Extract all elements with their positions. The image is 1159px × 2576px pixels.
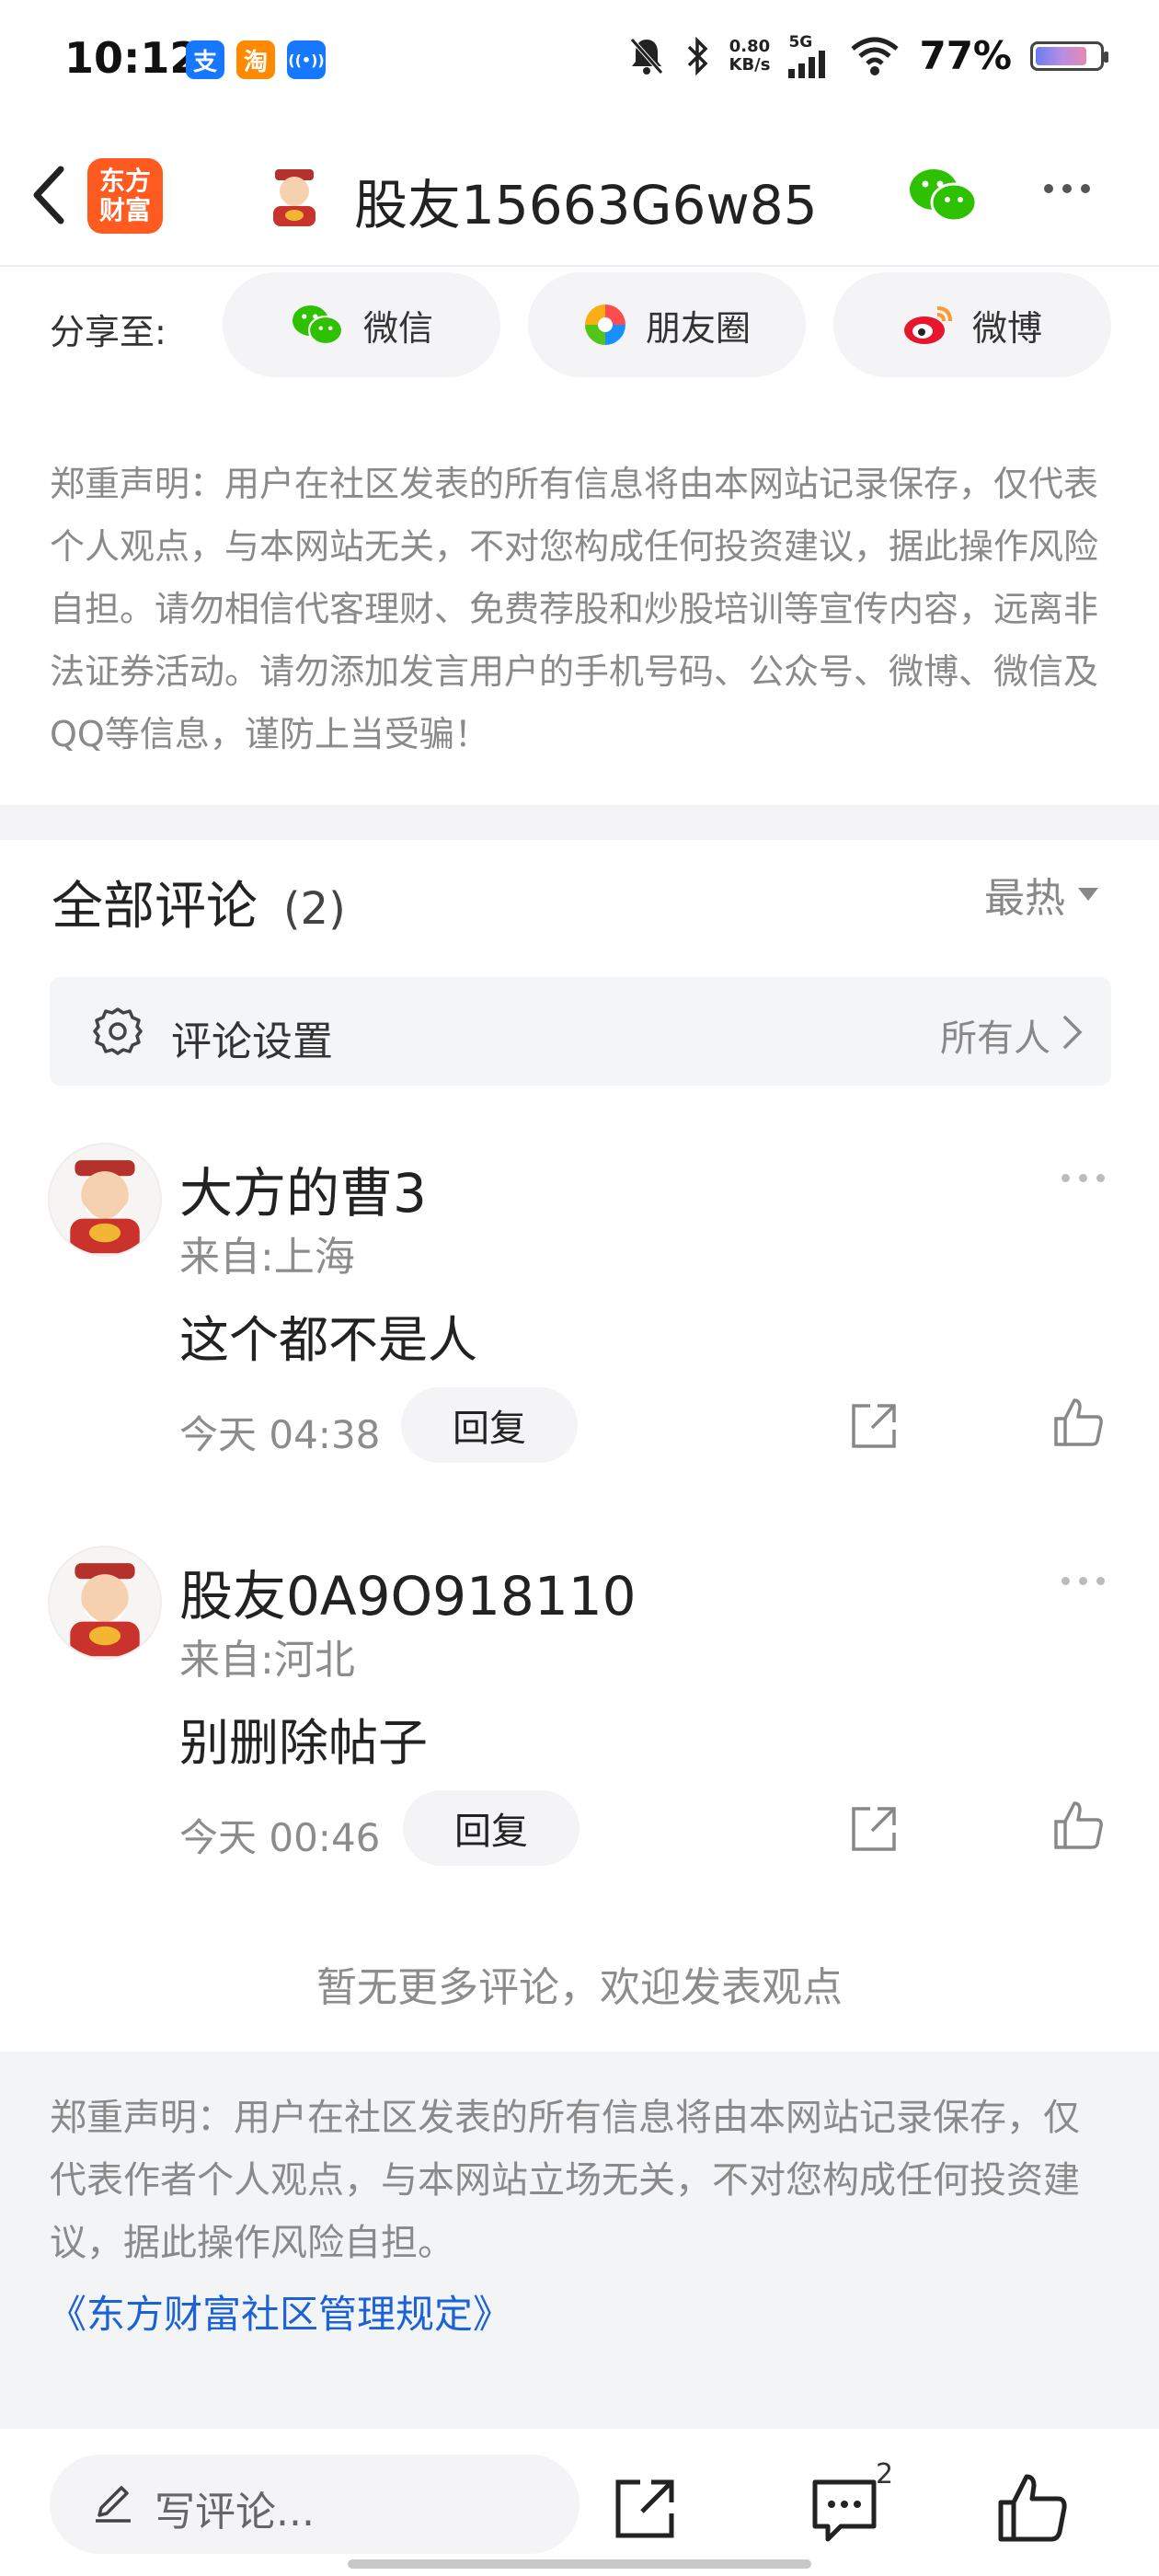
comment-count-badge: 2 — [876, 2458, 894, 2490]
comment-icon[interactable] — [808, 2473, 881, 2547]
share-weibo-label: 微博 — [971, 307, 1042, 349]
comment-text: 别删除帖子 — [179, 1714, 428, 1772]
share-post-icon[interactable] — [609, 2471, 683, 2545]
no-more-comments: 暂无更多评论，欢迎发表观点 — [316, 1964, 843, 2011]
more-options-icon[interactable] — [1044, 184, 1090, 193]
network-type: 5G — [788, 32, 813, 52]
broadcast-icon: ((•)) — [287, 40, 326, 79]
comment-settings-row[interactable]: 评论设置 所有人 — [50, 977, 1111, 1086]
battery-percent: 77% — [919, 33, 1012, 78]
app-logo[interactable]: 东方财富 — [87, 158, 163, 234]
wechat-icon[interactable] — [906, 166, 980, 224]
reply-button[interactable]: 回复 — [401, 1387, 578, 1463]
mute-icon — [629, 37, 663, 75]
sort-label: 最热 — [984, 875, 1065, 922]
net-speed-unit: KB/s — [729, 54, 771, 75]
battery-icon — [1030, 40, 1108, 71]
net-speed: 0.80 KB/s — [729, 36, 771, 75]
like-post-icon[interactable] — [993, 2469, 1071, 2547]
commenter-name[interactable]: 大方的曹3 — [179, 1150, 427, 1227]
caret-down-icon — [1078, 888, 1098, 901]
user-avatar[interactable] — [262, 164, 327, 228]
chevron-right-icon — [1063, 1016, 1083, 1049]
weibo-icon — [903, 306, 952, 344]
commenter-location: 来自:河北 — [179, 1637, 355, 1684]
comment-settings-label: 评论设置 — [171, 1018, 333, 1065]
home-indicator — [348, 2559, 811, 2569]
header-divider — [0, 265, 1159, 267]
share-weibo-button[interactable]: 微博 — [833, 272, 1111, 377]
write-comment-input[interactable]: 写评论... — [50, 2455, 580, 2554]
comment-settings-value: 所有人 — [940, 1018, 1050, 1060]
commenter-location: 来自:上海 — [179, 1234, 355, 1281]
comments-title: 全部评论 (2) — [52, 865, 346, 939]
sort-dropdown[interactable]: 最热 — [984, 865, 1098, 924]
signal-group: 5G — [788, 34, 831, 78]
comment-time: 今天 04:38 — [179, 1412, 381, 1457]
moments-icon — [584, 305, 625, 345]
pencil-icon — [96, 2486, 131, 2523]
bluetooth-icon — [687, 36, 707, 75]
wifi-icon — [851, 37, 900, 75]
avatar-image — [70, 1160, 140, 1254]
share-icon[interactable] — [846, 1801, 901, 1857]
comments-count: (2) — [282, 883, 346, 935]
share-moments-label: 朋友圈 — [645, 307, 751, 349]
wechat-icon — [292, 305, 344, 346]
like-icon[interactable] — [1050, 1798, 1106, 1853]
page-title: 股友15663G6w85 — [354, 174, 818, 236]
signal-icon — [788, 50, 826, 78]
commenter-avatar[interactable] — [48, 1143, 162, 1257]
comments-title-label: 全部评论 — [52, 877, 258, 937]
comment-more-icon[interactable] — [1061, 1577, 1105, 1585]
disclaimer-bottom: 郑重声明：用户在社区发表的所有信息将由本网站记录保存，仅代表作者个人观点，与本网… — [50, 2097, 1080, 2264]
section-separator — [0, 805, 1159, 840]
share-wechat-label: 微信 — [362, 307, 433, 349]
write-comment-placeholder: 写评论... — [155, 2489, 315, 2536]
comment-more-icon[interactable] — [1061, 1174, 1105, 1182]
share-wechat-button[interactable]: 微信 — [223, 272, 500, 377]
comment-time: 今天 00:46 — [179, 1815, 381, 1860]
net-speed-value: 0.80 — [729, 36, 771, 56]
share-icon[interactable] — [846, 1398, 901, 1454]
disclaimer-top: 郑重声明：用户在社区发表的所有信息将由本网站记录保存，仅代表个人观点，与本网站无… — [50, 464, 1099, 754]
alipay-icon: 支 — [186, 40, 224, 79]
reply-button[interactable]: 回复 — [403, 1790, 580, 1866]
taobao-icon: 淘 — [236, 40, 275, 79]
comment-text: 这个都不是人 — [179, 1311, 477, 1369]
commenter-avatar[interactable] — [48, 1546, 162, 1660]
avatar-image — [70, 1563, 140, 1657]
share-moments-button[interactable]: 朋友圈 — [528, 272, 806, 377]
community-rules-link[interactable]: 《东方财富社区管理规定》 — [48, 2283, 511, 2340]
commenter-name[interactable]: 股友0A9O918110 — [179, 1553, 637, 1630]
status-time: 10:12 — [64, 33, 200, 83]
share-label: 分享至: — [50, 312, 166, 352]
like-icon[interactable] — [1050, 1395, 1106, 1450]
back-arrow-icon[interactable] — [22, 158, 77, 232]
status-indicators: 0.80 KB/s 5G 77% — [628, 33, 1108, 78]
gear-icon — [93, 1007, 143, 1055]
